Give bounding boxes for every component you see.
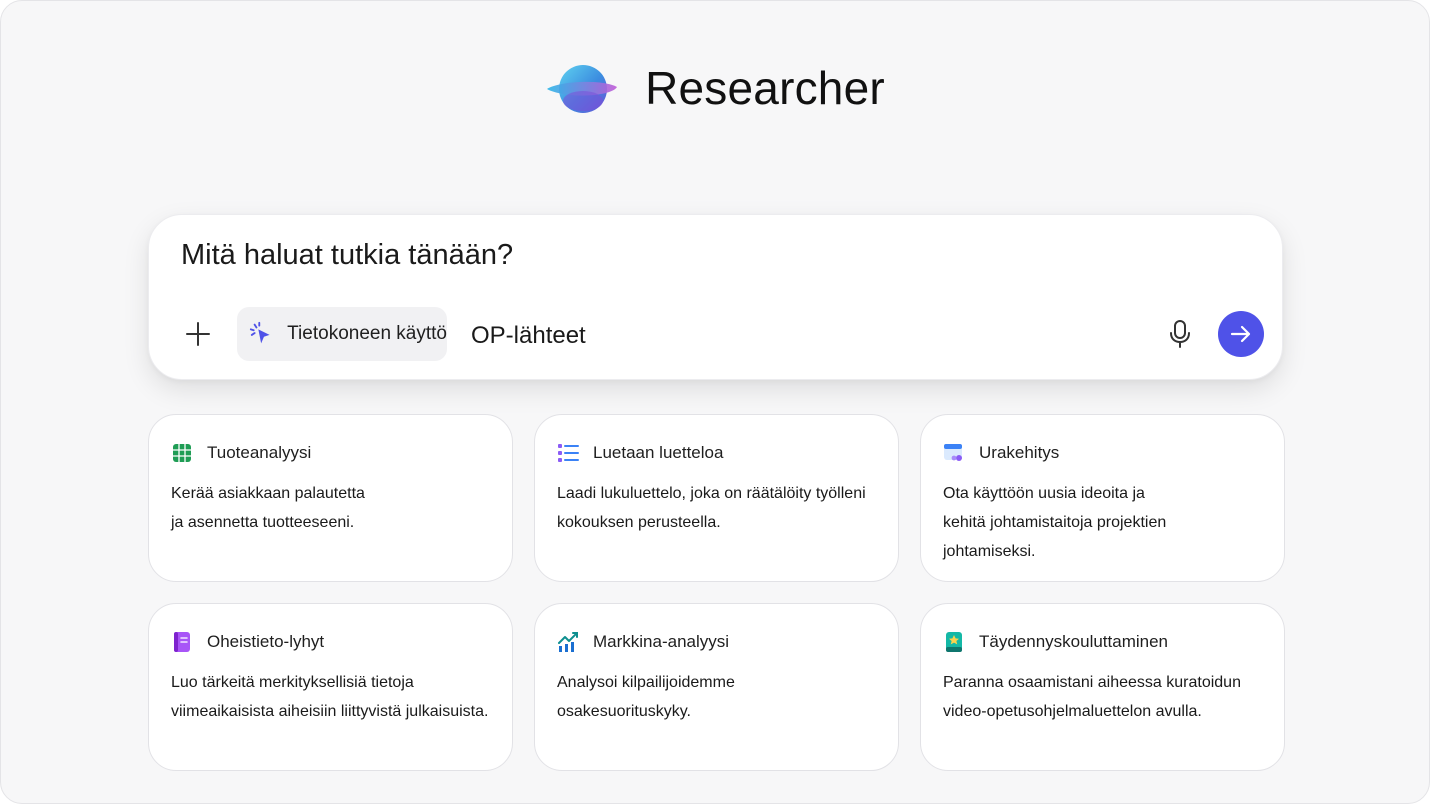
card-description: Kerää asiakkaan palautetta ja asennetta t… — [171, 485, 365, 531]
computer-use-label: Tietokoneen käyttö — [287, 323, 447, 344]
card-title: Tuoteanalyysi — [207, 443, 312, 462]
suggestion-card-product-analysis[interactable]: Tuoteanalyysi Kerää asiakkaan palautetta… — [148, 414, 513, 582]
computer-use-chip[interactable]: Tietokoneen käyttö — [237, 307, 447, 361]
app-window: Researcher Mitä haluat tutkia tänään? Ti… — [0, 0, 1430, 804]
suggestion-card-career-development[interactable]: Urakehitys Ota käyttöön uusia ideoita ja… — [920, 414, 1285, 582]
cursor-click-icon — [249, 321, 270, 344]
plus-icon — [186, 322, 210, 346]
add-button[interactable] — [179, 315, 217, 353]
researcher-logo-icon — [547, 65, 618, 113]
app-title: Researcher — [645, 62, 885, 114]
notebook-icon — [171, 631, 193, 653]
prompt-box[interactable]: Mitä haluat tutkia tänään? Tietokoneen k… — [148, 214, 1283, 380]
card-description: Laadi lukuluettelo, joka on räätälöity t… — [557, 485, 866, 531]
card-title: Markkina-analyysi — [593, 632, 730, 651]
list-icon — [557, 442, 579, 464]
microphone-icon — [1170, 320, 1190, 348]
card-title: Urakehitys — [979, 443, 1060, 462]
card-description: Luo tärkeitä merkityksellisiä tietoja vii… — [171, 674, 489, 720]
suggestion-card-upskilling[interactable]: Täydennyskouluttaminen Paranna osaamista… — [920, 603, 1285, 771]
card-description: Paranna osaamistani aiheessa kuratoidun v… — [943, 674, 1241, 720]
card-description: Analysoi kilpailijoidemme osakesuoritusky… — [557, 674, 735, 720]
sources-label[interactable]: OP-lähteet — [471, 322, 586, 350]
card-description: Ota käyttöön uusia ideoita ja kehitä joht… — [943, 485, 1167, 560]
trend-chart-icon — [557, 631, 579, 653]
spreadsheet-icon — [171, 442, 193, 464]
suggestion-card-market-analysis[interactable]: Markkina-analyysi Analysoi kilpailijoide… — [534, 603, 899, 771]
header: Researcher — [1, 59, 1429, 117]
arrow-right-icon — [1230, 325, 1251, 343]
card-title: Luetaan luetteloa — [593, 443, 724, 462]
card-title: Täydennyskouluttaminen — [979, 632, 1169, 651]
suggestion-card-reading-list[interactable]: Luetaan luetteloa Laadi lukuluettelo, jo… — [534, 414, 899, 582]
suggestion-card-news-brief[interactable]: Oheistieto-lyhyt Luo tärkeitä merkitykse… — [148, 603, 513, 771]
calendar-people-icon — [943, 442, 965, 464]
microphone-button[interactable] — [1163, 317, 1197, 351]
book-star-icon — [943, 631, 965, 653]
suggestion-cards: Tuoteanalyysi Kerää asiakkaan palautetta… — [148, 414, 1285, 771]
prompt-input[interactable]: Mitä haluat tutkia tänään? — [181, 239, 513, 272]
send-button[interactable] — [1218, 311, 1264, 357]
card-title: Oheistieto-lyhyt — [207, 632, 325, 651]
